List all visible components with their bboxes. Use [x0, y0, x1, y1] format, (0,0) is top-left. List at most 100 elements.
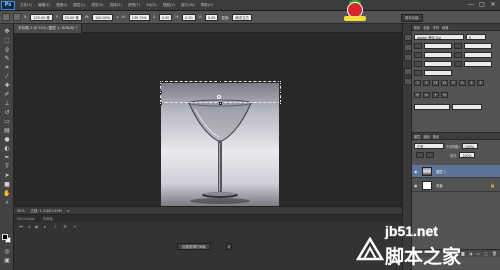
marquee-icon[interactable]: ⬚: [3, 37, 11, 44]
healing-icon[interactable]: ✚: [3, 82, 11, 89]
shape-icon[interactable]: ■: [3, 181, 11, 188]
status-menu-icon[interactable]: ▸: [68, 208, 70, 213]
tab-channels[interactable]: 通道: [423, 134, 429, 139]
prev-frame-icon[interactable]: ◂: [26, 224, 32, 229]
subscript-button[interactable]: T₁: [459, 80, 466, 86]
menu-layer[interactable]: 图层(L): [73, 3, 85, 8]
menu-3d[interactable]: 3D(D): [146, 3, 157, 7]
angle-field[interactable]: 0.00: [158, 13, 173, 21]
transform-center-icon[interactable]: [217, 95, 221, 99]
actions-icon[interactable]: [404, 68, 412, 75]
transform-handle-bc[interactable]: [219, 102, 222, 105]
eyedropper-icon[interactable]: ⁄: [3, 73, 11, 80]
foreground-color-swatch[interactable]: [2, 234, 8, 240]
blend-mode-select[interactable]: 正常: [414, 143, 444, 149]
pen-icon[interactable]: ✒: [3, 154, 11, 161]
menu-filter[interactable]: 滤镜(T): [128, 3, 140, 8]
tab-swatches[interactable]: 色板: [423, 25, 429, 30]
tab-layers[interactable]: 图层: [414, 134, 420, 139]
type-icon[interactable]: T: [3, 163, 11, 170]
quick-mask-icon[interactable]: ◎: [3, 248, 11, 255]
transform-handle-ml[interactable]: [159, 91, 162, 94]
tab-character[interactable]: 字符: [433, 25, 439, 30]
link-icon[interactable]: ∞: [116, 15, 119, 19]
strikethrough-button[interactable]: T: [477, 80, 484, 86]
transform-bounding-box[interactable]: [160, 81, 281, 103]
visibility-eye-icon[interactable]: ◉: [414, 183, 419, 188]
timeline-dropdown-icon[interactable]: ▾: [226, 243, 232, 250]
transform-handle-br[interactable]: [279, 102, 282, 105]
path-select-icon[interactable]: ➤: [3, 172, 11, 179]
lasso-icon[interactable]: ϙ: [3, 46, 11, 53]
menu-window[interactable]: 窗口(W): [181, 3, 195, 8]
faux-bold-button[interactable]: T: [414, 80, 421, 86]
menu-type[interactable]: 类型(Y): [91, 3, 103, 8]
document-tab[interactable]: 未标题-1 @ 50% (图层 1, RGB/8) *: [14, 24, 83, 33]
play-icon[interactable]: ▶: [34, 224, 40, 229]
dodge-icon[interactable]: ◐: [3, 145, 11, 152]
close-button[interactable]: ✕: [488, 1, 498, 9]
tab-mini-bridge[interactable]: Mini Bridge: [17, 217, 35, 221]
language-select[interactable]: [414, 104, 450, 110]
interpolation-select[interactable]: 两次立方: [232, 13, 252, 21]
superscript-button[interactable]: T¹: [450, 80, 457, 86]
v-skew-field[interactable]: 0.00: [204, 13, 219, 21]
opacity-field[interactable]: 100%: [461, 143, 478, 149]
vertical-scale-field[interactable]: [424, 61, 452, 67]
hand-icon[interactable]: ✋: [3, 190, 11, 197]
transform-handle-tr[interactable]: [279, 80, 282, 83]
blur-icon[interactable]: ●: [3, 136, 11, 143]
font-family-select[interactable]: Adobe 黑体 Std: [414, 34, 464, 40]
canvas-area[interactable]: [14, 33, 402, 237]
audio-icon[interactable]: ♪: [52, 224, 58, 229]
crop-icon[interactable]: ⌗: [3, 64, 11, 71]
y-field[interactable]: 53.00 像: [61, 13, 82, 21]
all-caps-button[interactable]: TT: [432, 80, 439, 86]
split-icon[interactable]: ✂: [72, 224, 78, 229]
lock-pixels-icon[interactable]: [416, 152, 424, 158]
tracking-field[interactable]: [464, 52, 492, 58]
antialias-select[interactable]: [452, 104, 482, 110]
next-frame-icon[interactable]: ▸: [42, 224, 48, 229]
properties-icon[interactable]: [404, 44, 412, 51]
tab-paragraph[interactable]: 段落: [442, 25, 448, 30]
menu-help[interactable]: 帮助(H): [201, 3, 214, 8]
layer-row-background[interactable]: ◉ 背景 🔒: [412, 179, 500, 192]
info-icon[interactable]: [404, 54, 412, 61]
paragraph-icon[interactable]: [404, 78, 412, 85]
ordinal-button[interactable]: ª: [432, 92, 439, 98]
transform-handle-tc[interactable]: [219, 80, 222, 83]
brush-icon[interactable]: ✐: [3, 91, 11, 98]
h-skew-field[interactable]: 0.00: [182, 13, 196, 21]
lock-position-icon[interactable]: [426, 152, 434, 158]
underline-button[interactable]: T: [468, 80, 475, 86]
transform-handle-tl[interactable]: [159, 80, 162, 83]
x-field[interactable]: 225.00 像: [30, 13, 53, 21]
move-icon[interactable]: ✥: [3, 28, 11, 35]
eraser-icon[interactable]: ▭: [3, 118, 11, 125]
menu-view[interactable]: 视图(V): [163, 3, 175, 8]
fill-field[interactable]: 100%: [459, 152, 476, 158]
fraction-button[interactable]: ½: [441, 92, 448, 98]
swash-button[interactable]: σ: [423, 92, 430, 98]
menu-image[interactable]: 图像(I): [56, 3, 67, 8]
width-field[interactable]: 100.00%: [92, 13, 114, 21]
font-style-select[interactable]: R: [466, 34, 486, 40]
minimize-button[interactable]: —: [466, 1, 476, 9]
screen-mode-icon[interactable]: ▣: [3, 257, 11, 264]
settings-icon[interactable]: ⚙: [62, 224, 68, 229]
baseline-field[interactable]: [424, 70, 452, 76]
history-icon[interactable]: [404, 34, 412, 41]
zoom-icon[interactable]: ⌕: [3, 199, 11, 206]
visibility-eye-icon[interactable]: ◉: [414, 169, 419, 174]
small-caps-button[interactable]: Tt: [441, 80, 448, 86]
leading-field[interactable]: [464, 43, 492, 49]
font-size-field[interactable]: [424, 43, 452, 49]
transform-handle-mr[interactable]: [279, 91, 282, 94]
layer-row-1[interactable]: ◉ 图层 1: [412, 165, 500, 178]
transform-handle-bl[interactable]: [159, 102, 162, 105]
height-field[interactable]: 139.75%: [128, 13, 150, 21]
horizontal-scale-field[interactable]: [464, 61, 492, 67]
reference-point-icon[interactable]: [13, 13, 21, 21]
quick-select-icon[interactable]: ✎: [3, 55, 11, 62]
